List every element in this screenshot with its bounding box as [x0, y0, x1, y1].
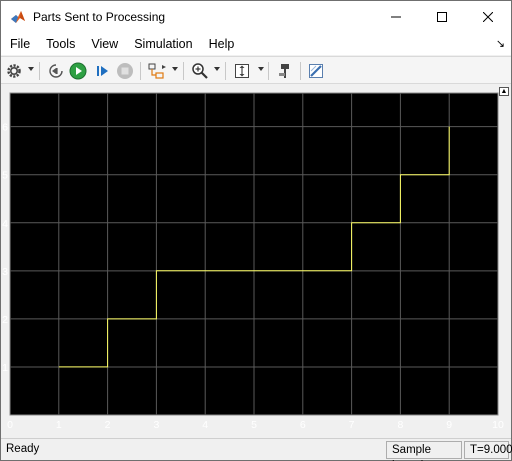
highlight-dropdown-icon[interactable]	[172, 67, 178, 71]
step-forward-button[interactable]	[92, 61, 112, 81]
step-forward-icon	[97, 66, 108, 76]
status-bar: Ready Sample based T=9.000	[1, 438, 512, 461]
scale-dropdown-icon[interactable]	[258, 67, 264, 71]
settings-icon	[7, 64, 21, 78]
y-tick-label: 4	[2, 218, 8, 230]
x-tick-label: 3	[153, 419, 159, 431]
y-tick-label: 3	[2, 266, 8, 278]
status-time: T=9.000	[464, 441, 512, 459]
minimize-button[interactable]	[373, 1, 419, 33]
menu-help[interactable]: Help	[201, 33, 243, 55]
y-tick-label: 6	[2, 122, 8, 134]
highlight-signal-button[interactable]	[146, 61, 168, 81]
maximize-icon	[437, 12, 447, 22]
cursor-measurements-icon	[279, 64, 289, 78]
x-tick-label: 9	[446, 419, 452, 431]
maximize-button[interactable]	[419, 1, 465, 33]
style-button[interactable]	[306, 61, 326, 81]
highlight-signal-icon	[148, 63, 166, 79]
close-button[interactable]	[465, 1, 511, 33]
zoom-button[interactable]	[190, 61, 210, 81]
menu-bar: File Tools View Simulation Help ↘	[1, 33, 511, 55]
menu-tools[interactable]: Tools	[38, 33, 83, 55]
step-back-button[interactable]	[46, 61, 66, 81]
x-tick-label: 1	[56, 419, 62, 431]
style-icon	[309, 64, 323, 78]
window-title: Parts Sent to Processing	[33, 10, 166, 24]
x-tick-label: 0	[7, 419, 13, 431]
x-tick-label: 6	[300, 419, 306, 431]
y-tick-label: 2	[2, 314, 8, 326]
menu-simulation[interactable]: Simulation	[126, 33, 200, 55]
toolbar	[1, 56, 511, 84]
run-icon	[69, 62, 87, 80]
scope-window: Parts Sent to Processing File Tools View…	[0, 0, 512, 461]
minimize-icon	[391, 16, 401, 18]
close-icon	[483, 12, 493, 22]
settings-dropdown-icon[interactable]	[28, 67, 34, 71]
x-tick-label: 8	[397, 419, 403, 431]
zoom-dropdown-icon[interactable]	[214, 67, 220, 71]
menu-file[interactable]: File	[1, 33, 38, 55]
dock-arrow-icon[interactable]: ↘	[496, 37, 505, 50]
settings-button[interactable]	[5, 61, 23, 81]
stop-button[interactable]	[115, 61, 135, 81]
status-sample-mode: Sample based	[386, 441, 462, 461]
title-bar[interactable]: Parts Sent to Processing	[1, 1, 511, 33]
x-tick-label: 4	[202, 419, 208, 431]
menu-view[interactable]: View	[83, 33, 126, 55]
cursor-measurements-button[interactable]	[275, 61, 295, 81]
x-tick-label: 10	[492, 419, 504, 431]
run-button[interactable]	[68, 61, 88, 81]
stop-icon	[117, 63, 133, 79]
zoom-icon	[192, 63, 208, 79]
x-tick-label: 5	[251, 419, 257, 431]
plot-area[interactable]: ▲ 0 1 2 3 4 5 6 7 8 9 10 1 2 3 4 5 6	[1, 85, 511, 438]
y-tick-label: 1	[2, 362, 8, 374]
step-back-icon	[49, 64, 63, 78]
y-tick-label: 5	[2, 170, 8, 182]
x-tick-label: 2	[105, 419, 111, 431]
matlab-icon	[10, 9, 26, 25]
scale-axes-icon	[235, 64, 249, 78]
x-tick-label: 7	[349, 419, 355, 431]
scope-chart[interactable]: 0 1 2 3 4 5 6 7 8 9 10 1 2 3 4 5 6	[1, 85, 511, 438]
status-ready: Ready	[6, 443, 40, 455]
scale-axes-button[interactable]	[232, 61, 252, 81]
